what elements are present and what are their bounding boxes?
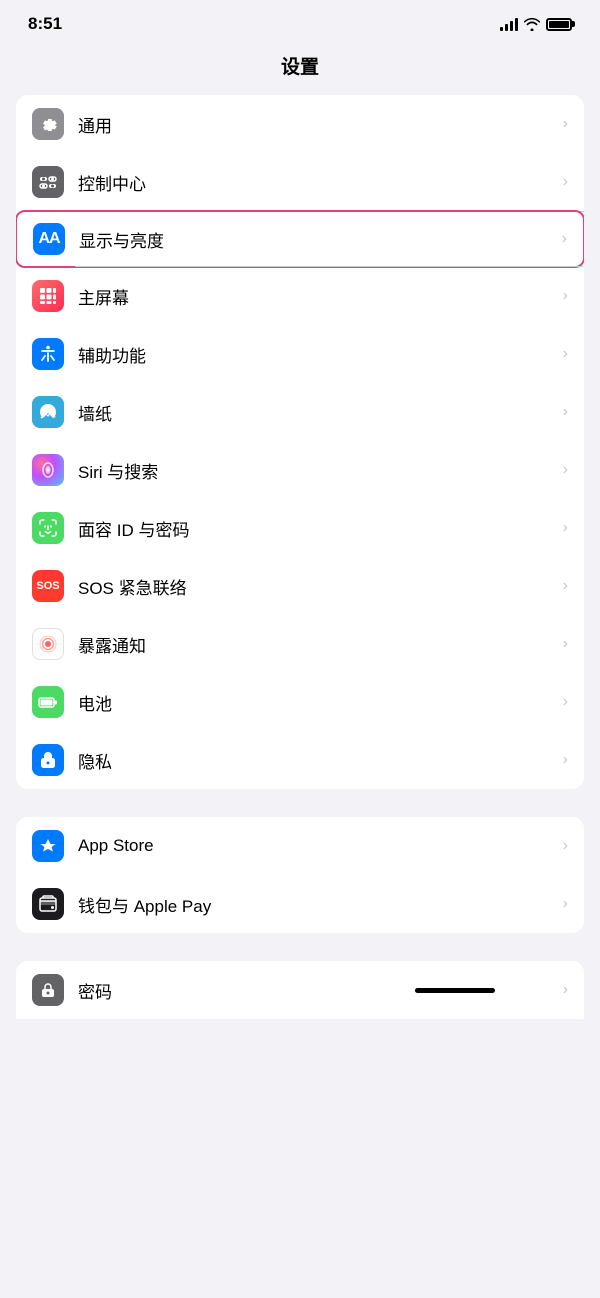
wallpaper-label: 墙纸 xyxy=(78,400,555,425)
display-label: 显示与亮度 xyxy=(79,227,554,252)
settings-item-wallet[interactable]: 钱包与 Apple Pay › xyxy=(16,875,584,933)
settings-item-appstore[interactable]: App Store › xyxy=(16,817,584,875)
siri-icon xyxy=(32,454,64,486)
wifi-icon xyxy=(524,18,540,31)
chevron-icon: › xyxy=(563,287,568,305)
chevron-icon: › xyxy=(563,461,568,479)
control-center-label: 控制中心 xyxy=(78,170,555,195)
sos-label: SOS 紧急联络 xyxy=(78,574,555,599)
battery-label: 电池 xyxy=(78,690,555,715)
chevron-icon: › xyxy=(563,345,568,363)
settings-item-exposure[interactable]: 暴露通知 › xyxy=(16,615,584,673)
chevron-icon: › xyxy=(563,403,568,421)
status-bar: 8:51 xyxy=(0,0,600,42)
appstore-label: App Store xyxy=(78,836,555,856)
siri-label: Siri 与搜索 xyxy=(78,458,555,483)
chevron-icon: › xyxy=(563,173,568,191)
settings-item-display[interactable]: AA 显示与亮度 › xyxy=(16,210,584,268)
wallet-icon xyxy=(32,888,64,920)
page-title: 设置 xyxy=(0,42,600,95)
homescreen-label: 主屏幕 xyxy=(78,284,555,309)
accessibility-label: 辅助功能 xyxy=(78,342,555,367)
settings-item-battery[interactable]: 电池 › xyxy=(16,673,584,731)
faceid-icon xyxy=(32,512,64,544)
gear-icon xyxy=(32,108,64,140)
password-label: 密码 xyxy=(78,978,316,1003)
wallpaper-icon xyxy=(32,396,64,428)
password-icon xyxy=(32,974,64,1006)
settings-item-sos[interactable]: SOS SOS 紧急联络 › xyxy=(16,557,584,615)
chevron-icon: › xyxy=(563,895,568,913)
password-section: 密码 › xyxy=(16,961,584,1019)
faceid-label: 面容 ID 与密码 xyxy=(78,516,555,541)
settings-item-password[interactable]: 密码 › xyxy=(16,961,584,1019)
chevron-icon: › xyxy=(563,635,568,653)
chevron-icon: › xyxy=(563,115,568,133)
general-label: 通用 xyxy=(78,112,555,137)
settings-item-wallpaper[interactable]: 墙纸 › xyxy=(16,383,584,441)
settings-item-homescreen[interactable]: 主屏幕 › xyxy=(16,267,584,325)
chevron-icon: › xyxy=(563,577,568,595)
privacy-icon xyxy=(32,744,64,776)
chevron-icon: › xyxy=(563,981,568,999)
status-time: 8:51 xyxy=(28,14,62,34)
settings-item-siri[interactable]: Siri 与搜索 › xyxy=(16,441,584,499)
apps-section: App Store › 钱包与 Apple Pay › xyxy=(16,817,584,933)
settings-item-control-center[interactable]: 控制中心 › xyxy=(16,153,584,211)
toggle-icon xyxy=(32,166,64,198)
homescreen-icon xyxy=(32,280,64,312)
accessibility-icon xyxy=(32,338,64,370)
settings-item-privacy[interactable]: 隐私 › xyxy=(16,731,584,789)
status-icons xyxy=(500,17,572,31)
chevron-icon: › xyxy=(563,751,568,769)
exposure-label: 暴露通知 xyxy=(78,632,555,657)
general-section: 通用 › 控制中心 › AA 显示与亮度 › xyxy=(16,95,584,789)
chevron-icon: › xyxy=(563,837,568,855)
appstore-icon xyxy=(32,830,64,862)
wallet-label: 钱包与 Apple Pay xyxy=(78,892,555,917)
settings-item-accessibility[interactable]: 辅助功能 › xyxy=(16,325,584,383)
chevron-icon: › xyxy=(563,519,568,537)
exposure-icon xyxy=(32,628,64,660)
display-icon: AA xyxy=(33,223,65,255)
privacy-label: 隐私 xyxy=(78,748,555,773)
sos-icon: SOS xyxy=(32,570,64,602)
chevron-icon: › xyxy=(562,230,567,248)
battery-icon xyxy=(546,18,572,31)
chevron-icon: › xyxy=(563,693,568,711)
settings-item-general[interactable]: 通用 › xyxy=(16,95,584,153)
signal-icon xyxy=(500,17,518,31)
battery-setting-icon xyxy=(32,686,64,718)
settings-item-faceid[interactable]: 面容 ID 与密码 › xyxy=(16,499,584,557)
